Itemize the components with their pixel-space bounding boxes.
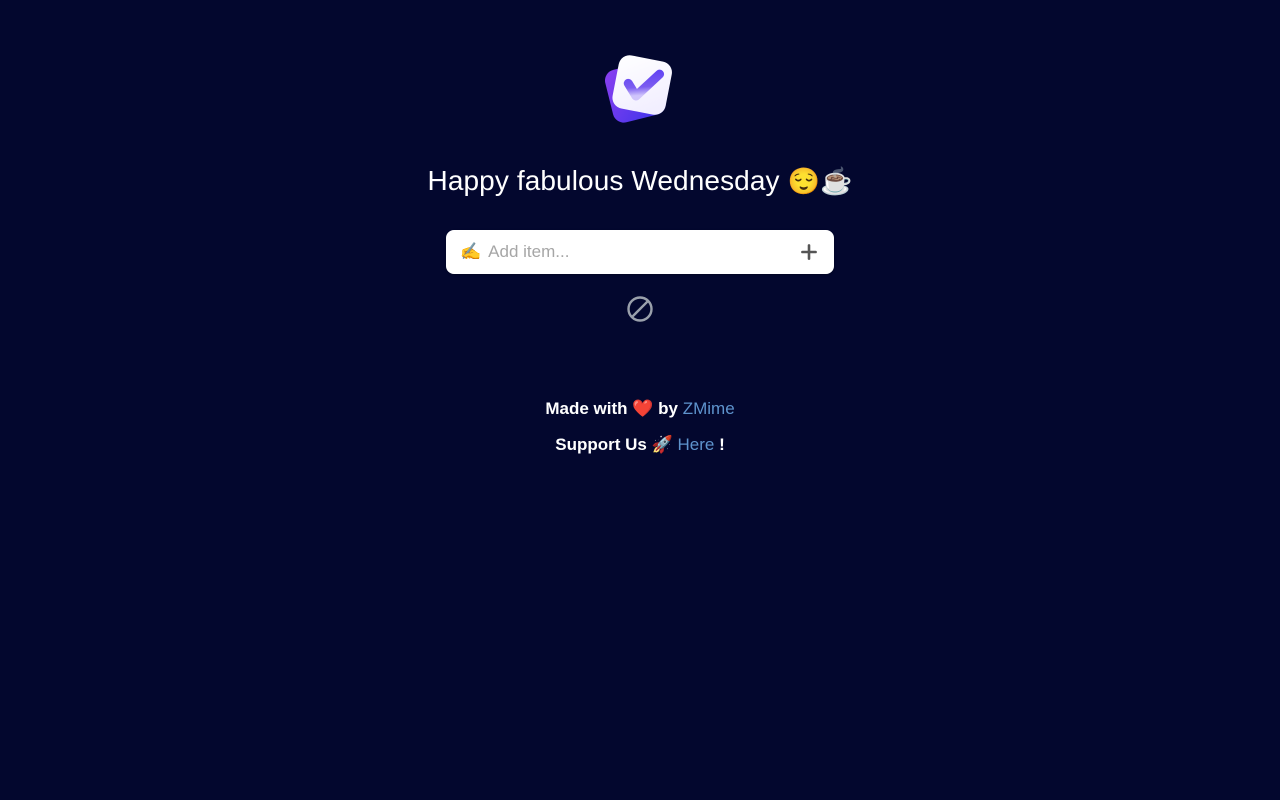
relieved-face-emoji: 😌 [787,166,820,196]
empty-list-state [625,292,655,326]
greeting-text: Happy fabulous Wednesday [427,165,780,196]
add-item-bar[interactable]: ✍️ [446,229,834,274]
todo-check-logo-icon [604,55,672,123]
coffee-emoji: ☕ [820,166,853,196]
add-item-button[interactable] [796,239,822,265]
app-root: Happy fabulous Wednesday 😌☕ ✍️ Made with… [0,0,1280,800]
writing-hand-icon: ✍️ [460,242,482,262]
footer: Made with ❤️ by ZMime Support Us 🚀 Here … [545,398,734,457]
no-entry-glyph [627,295,653,322]
author-link[interactable]: ZMime [683,399,735,418]
made-with-by: by [658,398,678,418]
heart-emoji: ❤️ [632,398,654,418]
page-title: Happy fabulous Wednesday 😌☕ [428,164,853,198]
made-with-prefix: Made with [545,398,628,418]
support-here-link[interactable]: Here [677,435,714,454]
no-entry-icon [625,294,655,324]
rocket-emoji: 🚀 [651,434,673,454]
plus-icon [801,243,817,260]
made-with-line: Made with ❤️ by ZMime [545,398,734,421]
support-prefix: Support Us [555,434,647,454]
app-logo [592,40,688,136]
support-us-line: Support Us 🚀 Here ! [555,434,725,457]
add-item-input[interactable] [488,229,796,274]
support-suffix: ! [719,434,725,454]
